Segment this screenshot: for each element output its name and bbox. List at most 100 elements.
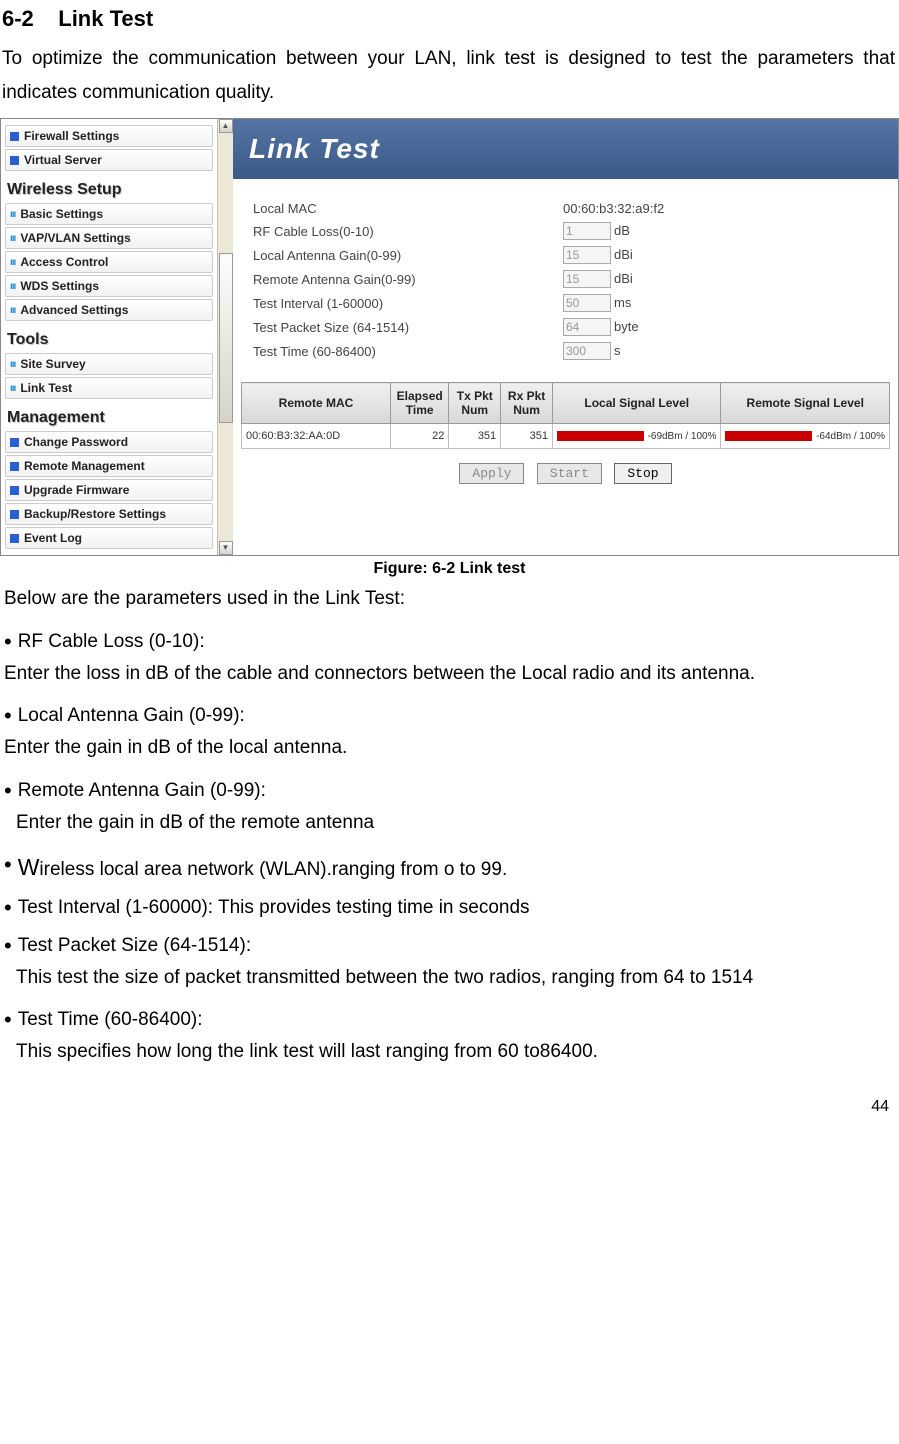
unit-byte: byte (614, 319, 639, 334)
bullet-item: •Wireless local area network (WLAN).rang… (4, 854, 895, 881)
square-icon (10, 438, 19, 447)
label-local-antenna-gain: Local Antenna Gain(0-99) (253, 248, 563, 263)
page-number: 44 (0, 1098, 889, 1116)
bullet-item: • Test Time (60-86400): (4, 1009, 895, 1031)
input-remote-antenna-gain[interactable] (563, 270, 611, 288)
sidebar-item[interactable]: ıııWDS Settings (5, 275, 213, 297)
section-heading: 6-2 Link Test (2, 6, 899, 32)
sidebar-item[interactable]: Event Log (5, 527, 213, 549)
unit-ms: ms (614, 295, 631, 310)
wireless-icon: ııı (10, 305, 15, 316)
sidebar-item[interactable]: ıııLink Test (5, 377, 213, 399)
form-area: Local MAC 00:60:b3:32:a9:f2 RF Cable Los… (233, 179, 898, 372)
sidebar-item[interactable]: Remote Management (5, 455, 213, 477)
bullet-dot-icon: • (4, 854, 12, 881)
sidebar-item-label: WDS Settings (20, 279, 99, 293)
nav-header-management: Management (7, 409, 213, 427)
sidebar-item-label: Access Control (20, 255, 108, 269)
input-test-time[interactable] (563, 342, 611, 360)
wireless-icon: ııı (10, 233, 15, 244)
sidebar-item[interactable]: Change Password (5, 431, 213, 453)
table-header: Remote Signal Level (721, 383, 890, 424)
unit-db: dB (614, 223, 630, 238)
sidebar-item[interactable]: ııı VAP/VLAN Settings (5, 227, 213, 249)
sidebar-item[interactable]: Upgrade Firmware (5, 479, 213, 501)
results-table: Remote MACElapsed TimeTx Pkt NumRx Pkt N… (241, 382, 890, 449)
below-params-text: Below are the parameters used in the Lin… (4, 584, 895, 614)
bullet-body: Enter the gain in dB of the local antenn… (4, 733, 895, 763)
cell-elapsed: 22 (391, 424, 449, 449)
sidebar-item-label: Firewall Settings (24, 129, 119, 143)
sidebar-item[interactable]: Virtual Server (5, 149, 213, 171)
bullet-head: Remote Antenna Gain (0-99): (18, 780, 266, 802)
local-signal-bar (557, 431, 644, 441)
start-button[interactable]: Start (537, 463, 602, 484)
scroll-thumb[interactable] (219, 253, 233, 423)
square-icon (10, 156, 19, 165)
cell-remote-mac: 00:60:B3:32:AA:0D (242, 424, 391, 449)
bullet-dot-icon: • (4, 935, 12, 957)
sidebar-item[interactable]: Firewall Settings (5, 125, 213, 147)
sidebar-item-label: VAP/VLAN Settings (20, 231, 130, 245)
scroll-down-arrow[interactable]: ▼ (219, 541, 233, 555)
square-icon (10, 486, 19, 495)
figure-caption: Figure: 6-2 Link test (0, 560, 899, 578)
bullet-item: • Test Interval (1-60000): This provides … (4, 897, 895, 919)
nav-header-wireless: Wireless Setup (7, 181, 213, 199)
bullet-dot-icon: • (4, 897, 12, 919)
nav-sidebar: Firewall Settings Virtual Server Wireless… (1, 119, 233, 555)
label-test-packet-size: Test Packet Size (64-1514) (253, 320, 563, 335)
cell-remote-signal: -64dBm / 100% (721, 424, 890, 449)
sidebar-item[interactable]: ııı Site Survey (5, 353, 213, 375)
table-header: Local Signal Level (553, 383, 721, 424)
square-icon (10, 534, 19, 543)
input-local-antenna-gain[interactable] (563, 246, 611, 264)
wireless-icon: ııı (10, 359, 15, 370)
panel-banner: Link Test (233, 119, 898, 179)
sidebar-item-label: Link Test (20, 381, 72, 395)
table-header: Elapsed Time (391, 383, 449, 424)
bullet-head: Test Time (60-86400): (18, 1009, 203, 1031)
unit-dbi: dBi (614, 247, 633, 262)
wireless-icon: ııı (10, 209, 15, 220)
cell-rx: 351 (501, 424, 553, 449)
button-row: Apply Start Stop (233, 463, 898, 484)
sidebar-scrollbar[interactable]: ▲ ▼ (217, 119, 233, 555)
cell-local-signal: -69dBm / 100% (553, 424, 721, 449)
input-test-packet-size[interactable] (563, 318, 611, 336)
sidebar-item-label: Site Survey (20, 357, 85, 371)
remote-signal-bar (725, 431, 812, 441)
sidebar-item[interactable]: ııı Advanced Settings (5, 299, 213, 321)
unit-dbi: dBi (614, 271, 633, 286)
sidebar-item[interactable]: ııı Access Control (5, 251, 213, 273)
wireless-icon: ııı (10, 257, 15, 268)
cell-tx: 351 (449, 424, 501, 449)
sidebar-item-label: Advanced Settings (20, 303, 128, 317)
apply-button[interactable]: Apply (459, 463, 524, 484)
nav-header-tools: Tools (7, 331, 213, 349)
bullet-dot-icon: • (4, 631, 12, 653)
label-rf-cable-loss: RF Cable Loss(0-10) (253, 224, 563, 239)
page: 6-2 Link Test To optimize the communicat… (0, 6, 899, 1136)
sidebar-item[interactable]: Backup/Restore Settings (5, 503, 213, 525)
input-rf-cable-loss[interactable] (563, 222, 611, 240)
square-icon (10, 462, 19, 471)
sidebar-item-label: Upgrade Firmware (24, 483, 129, 497)
sidebar-item-label: Virtual Server (24, 153, 102, 167)
stop-button[interactable]: Stop (614, 463, 671, 484)
sidebar-item-label: Backup/Restore Settings (24, 507, 166, 521)
bullet-dot-icon: • (4, 705, 12, 727)
bullet-body: Enter the loss in dB of the cable and co… (4, 659, 895, 689)
input-test-interval[interactable] (563, 294, 611, 312)
bullet-body: This test the size of packet transmitted… (16, 963, 895, 993)
bullet-item: •Test Packet Size (64-1514): (4, 935, 895, 957)
bullet-head: Local Antenna Gain (0-99): (18, 705, 245, 727)
bullet-dot-icon: • (4, 1009, 12, 1031)
scroll-up-arrow[interactable]: ▲ (219, 119, 233, 133)
table-header: Rx Pkt Num (501, 383, 553, 424)
bullet-item: • Local Antenna Gain (0-99): (4, 705, 895, 727)
sidebar-item[interactable]: ıııBasic Settings (5, 203, 213, 225)
sidebar-item-label: Remote Management (24, 459, 145, 473)
bullet-head: Test Interval (1-60000): This provides t… (18, 897, 530, 919)
sidebar-item-label: Change Password (24, 435, 128, 449)
